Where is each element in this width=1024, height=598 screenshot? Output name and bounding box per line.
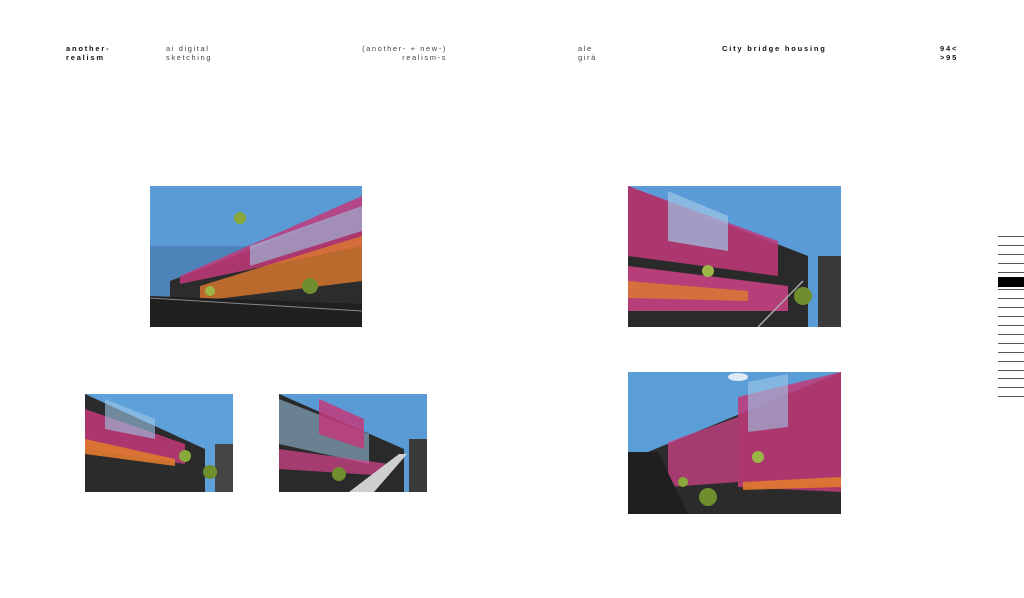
nav-tick[interactable] — [998, 263, 1024, 264]
nav-tick[interactable] — [998, 236, 1024, 237]
nav-tick[interactable] — [998, 254, 1024, 255]
housing-photo-4 — [279, 394, 427, 492]
nav-tick[interactable] — [998, 361, 1024, 362]
chapter-title: City bridge housing — [722, 44, 827, 53]
nav-tick[interactable] — [998, 298, 1024, 299]
nav-tick-active[interactable] — [998, 277, 1024, 287]
nav-tick[interactable] — [998, 307, 1024, 308]
housing-photo-3 — [85, 394, 233, 492]
nav-tick[interactable] — [998, 325, 1024, 326]
housing-photo-5 — [628, 372, 841, 514]
nav-tick[interactable] — [998, 334, 1024, 335]
series-title: (another- + new-) realism-s — [362, 44, 447, 62]
nav-tick[interactable] — [998, 396, 1024, 397]
nav-tick[interactable] — [998, 245, 1024, 246]
nav-tick[interactable] — [998, 316, 1024, 317]
book-subtitle: ai digital sketching — [166, 44, 213, 62]
nav-tick[interactable] — [998, 370, 1024, 371]
housing-photo-2 — [628, 186, 841, 327]
nav-tick[interactable] — [998, 343, 1024, 344]
housing-photo-1 — [150, 186, 362, 327]
nav-tick[interactable] — [998, 289, 1024, 290]
nav-tick[interactable] — [998, 272, 1024, 273]
author-name: ale girá — [578, 44, 597, 62]
nav-tick[interactable] — [998, 352, 1024, 353]
nav-tick[interactable] — [998, 387, 1024, 388]
page-numbers: 94< >95 — [940, 44, 959, 62]
brand-title: another- realism — [66, 44, 111, 62]
nav-tick[interactable] — [998, 378, 1024, 379]
